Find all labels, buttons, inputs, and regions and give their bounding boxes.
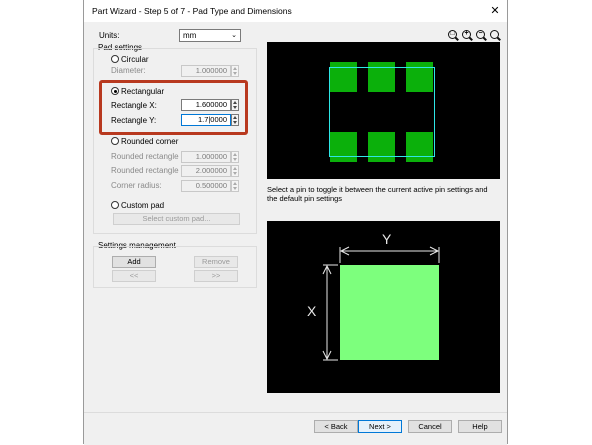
diameter-spinner[interactable] [231, 65, 239, 77]
select-custom-pad-button[interactable]: Select custom pad... [113, 213, 240, 225]
corner-radius-field[interactable]: 0.500000 [181, 180, 231, 192]
rounded-rectangle-x-label: Rounded rectangle X: [111, 152, 189, 161]
pad-shape [340, 265, 439, 360]
window-title: Part Wizard - Step 5 of 7 - Pad Type and… [92, 6, 292, 16]
zoom-fit-icon[interactable]: □ [448, 30, 457, 39]
circular-radio[interactable] [111, 55, 119, 63]
part-wizard-dialog: Part Wizard - Step 5 of 7 - Pad Type and… [83, 0, 508, 445]
preview-hint-text: Select a pin to toggle it between the cu… [267, 185, 488, 203]
rounded-corner-radio[interactable] [111, 137, 119, 145]
rounded-corner-label: Rounded corner [121, 137, 179, 146]
units-select[interactable]: mm ⌄ [179, 29, 241, 42]
circular-label: Circular [121, 55, 149, 64]
next-button[interactable]: Next > [358, 420, 402, 433]
diameter-label: Diameter: [111, 66, 146, 75]
cancel-button[interactable]: Cancel [408, 420, 452, 433]
footprint-preview-canvas[interactable] [267, 42, 500, 179]
corner-radius-label: Corner radius: [111, 181, 162, 190]
rounded-rectangle-x-field[interactable]: 1.000000 [181, 151, 231, 163]
rounded-rectangle-y-field[interactable]: 2.000000 [181, 165, 231, 177]
custom-pad-radio[interactable] [111, 201, 119, 209]
background-right [508, 0, 592, 444]
rounded-rectangle-y-label: Rounded rectangle Y: [111, 166, 188, 175]
component-outline [329, 67, 435, 157]
close-button[interactable]: ✕ [484, 2, 506, 20]
diameter-field[interactable]: 1.000000 [181, 65, 231, 77]
back-button[interactable]: < Back [314, 420, 358, 433]
zoom-in-icon[interactable]: + [462, 30, 471, 39]
corner-radius-spinner[interactable] [231, 180, 239, 192]
dimension-y-label: Y [382, 231, 392, 247]
units-label: Units: [99, 31, 120, 40]
title-bar: Part Wizard - Step 5 of 7 - Pad Type and… [84, 0, 507, 22]
rounded-rectangle-x-spinner[interactable] [231, 151, 239, 163]
dimension-x-label: X [307, 303, 317, 319]
units-select-value: mm [183, 31, 197, 40]
pad-dimension-diagram: Y X [267, 221, 500, 393]
rounded-rectangle-y-spinner[interactable] [231, 165, 239, 177]
help-button[interactable]: Help [458, 420, 502, 433]
background-left [0, 0, 83, 444]
next-settings-button[interactable]: >> [194, 270, 238, 282]
annotation-highlight-box [99, 80, 248, 135]
add-button[interactable]: Add [112, 256, 156, 268]
zoom-icon[interactable] [490, 30, 499, 39]
custom-pad-label: Custom pad [121, 201, 165, 210]
chevron-down-icon: ⌄ [231, 32, 237, 39]
remove-button[interactable]: Remove [194, 256, 238, 268]
previous-settings-button[interactable]: << [112, 270, 156, 282]
zoom-out-icon[interactable]: − [476, 30, 485, 39]
